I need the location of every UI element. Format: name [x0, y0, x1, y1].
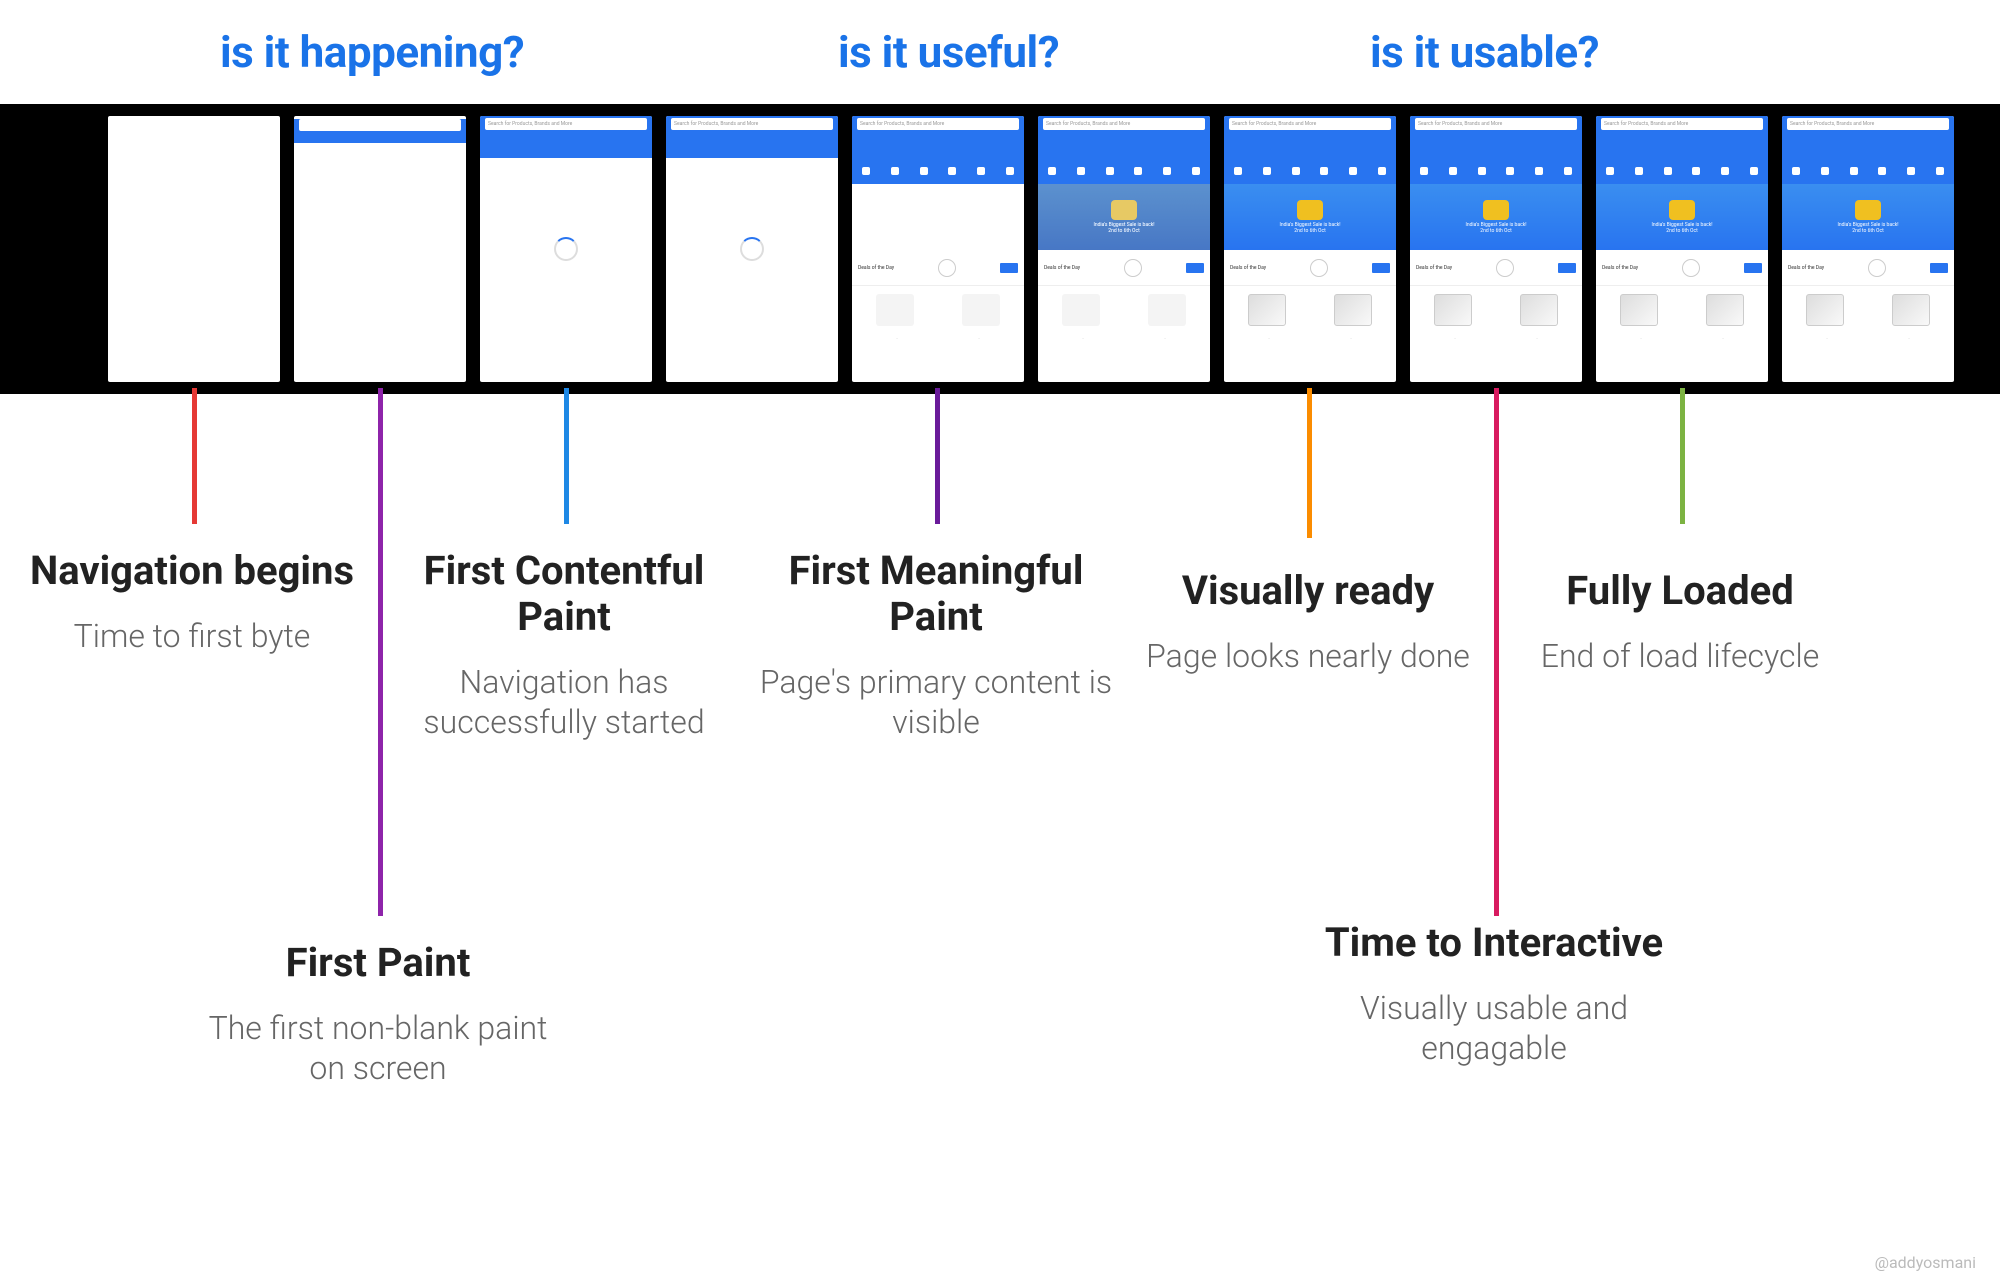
clock-icon: [938, 259, 956, 277]
credit: @addyosmani: [1875, 1253, 1976, 1272]
line-visually-ready: [1307, 388, 1312, 538]
search-placeholder: Search for Products, Brands and More: [485, 118, 647, 130]
frame-first-paint: [294, 116, 466, 382]
line-fully-loaded: [1680, 388, 1685, 524]
sale-badge-icon: [1111, 200, 1137, 220]
line-first-paint: [378, 388, 383, 916]
milestone-visually-ready: Visually ready Page looks nearly done: [1128, 568, 1488, 676]
frame-fmp-partial: Search for Products, Brands and More Dea…: [852, 116, 1024, 382]
frame-fmp-full: Search for Products, Brands and More Ind…: [1038, 116, 1210, 382]
milestone-tti: Time to Interactive Visually usable and …: [1314, 920, 1674, 1068]
frame-fcp-2: Search for Products, Brands and More: [666, 116, 838, 382]
viewall-button: [1000, 263, 1018, 273]
spinner-icon: [740, 237, 764, 261]
filmstrip: Search for Products, Brands and More Sea…: [0, 104, 2000, 394]
line-nav-begins: [192, 388, 197, 524]
line-fmp: [935, 388, 940, 524]
milestone-fcp: First Contentful Paint Navigation has su…: [384, 548, 744, 742]
line-tti: [1494, 388, 1499, 916]
milestone-first-paint: First Paint The first non-blank paint on…: [198, 940, 558, 1088]
question-usable: is it usable?: [1370, 26, 1599, 78]
milestone-fmp: First Meaningful Paint Page's primary co…: [756, 548, 1116, 742]
frame-visually-ready-2: Search for Products, Brands and More Ind…: [1410, 116, 1582, 382]
frame-blank: [108, 116, 280, 382]
question-happening: is it happening?: [220, 26, 524, 78]
frame-fully-loaded: Search for Products, Brands and More Ind…: [1782, 116, 1954, 382]
question-useful: is it useful?: [838, 26, 1059, 78]
frame-fcp-1: Search for Products, Brands and More: [480, 116, 652, 382]
milestone-fully-loaded: Fully Loaded End of load lifecycle: [1500, 568, 1860, 676]
milestone-nav-begins: Navigation begins Time to first byte: [12, 548, 372, 656]
frame-visually-ready-1: Search for Products, Brands and More Ind…: [1224, 116, 1396, 382]
frame-tti: Search for Products, Brands and More Ind…: [1596, 116, 1768, 382]
line-fcp: [564, 388, 569, 524]
spinner-icon: [554, 237, 578, 261]
